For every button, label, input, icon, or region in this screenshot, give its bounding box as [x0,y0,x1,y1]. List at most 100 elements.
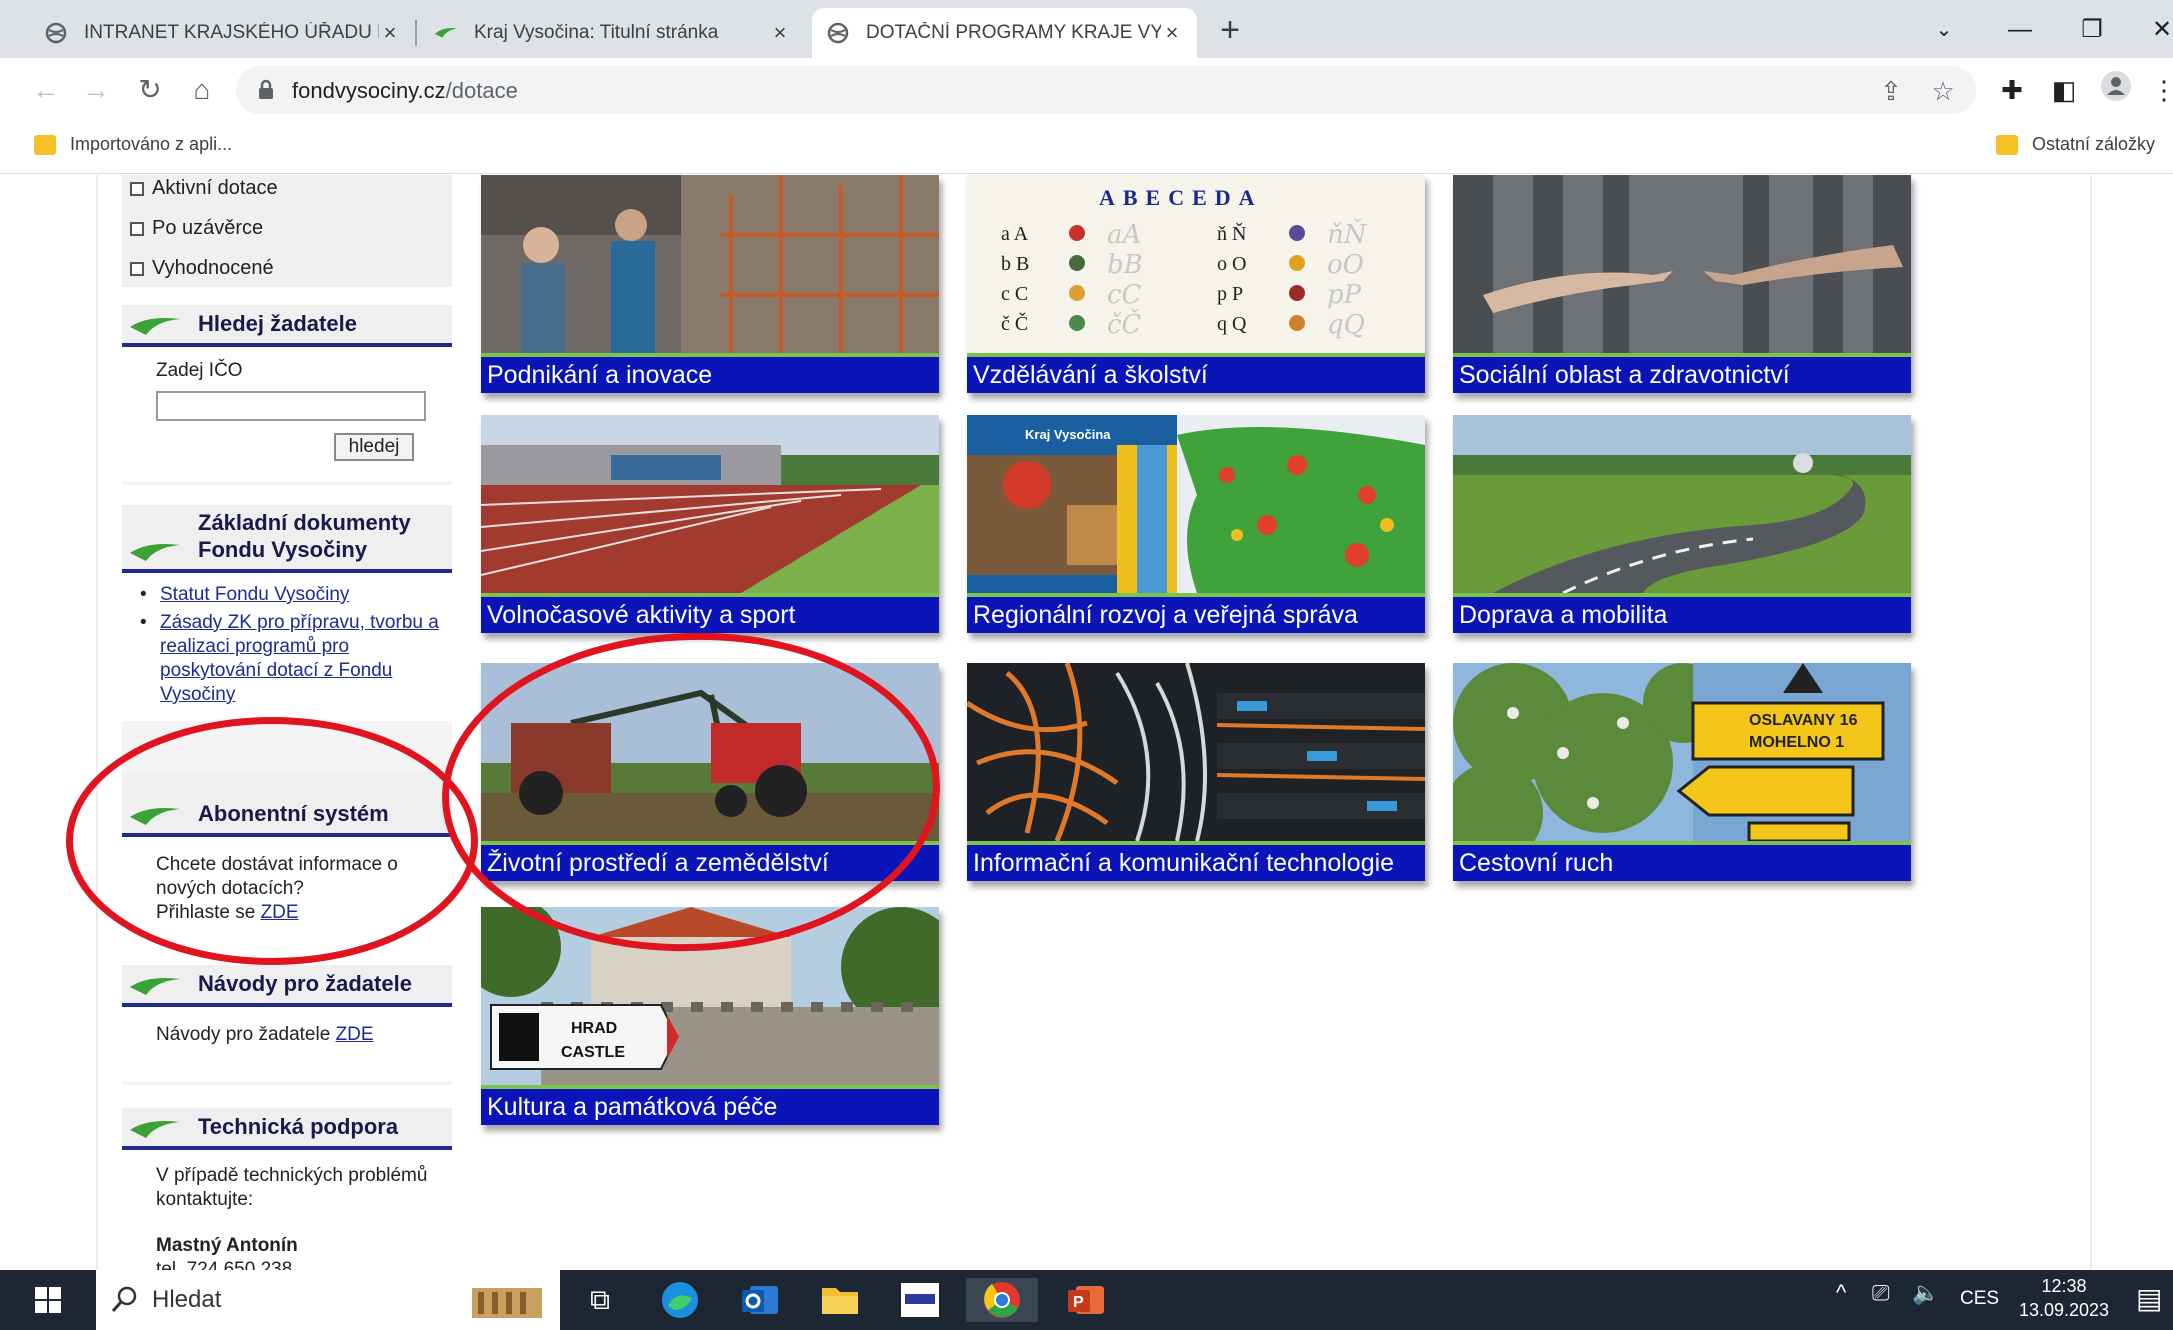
tile-ict[interactable]: Informační a komunikační technologie [967,663,1425,881]
taskbar-search[interactable]: Hledat [96,1270,560,1330]
folder-icon [34,134,56,155]
support-contact-phone: tel. 724 650 238 [156,1259,293,1270]
share-icon[interactable]: ⇪ [1876,76,1906,106]
tab-separator [415,20,417,46]
restore-icon[interactable]: ❐ [2072,10,2112,50]
tile-image [481,415,939,593]
address-bar[interactable]: fondvysociny.cz/dotace ⇪ ☆ [236,66,1976,114]
heading-text: Základní dokumenty Fondu Vysočiny [198,509,411,563]
bookmark-folder-imported[interactable]: Importováno z apli... [34,134,232,155]
checkbox[interactable] [130,221,144,236]
vysocina-swoosh-icon [434,21,458,45]
ginis-app-icon[interactable] [896,1278,944,1322]
guides-heading: Návody pro žadatele [122,965,452,1007]
tab-search-chevron-icon[interactable]: ⌄ [1924,10,1964,50]
clock-date: 13.09.2023 [2018,1300,2110,1320]
new-tab-button[interactable]: + [1210,10,1250,50]
checkbox[interactable] [130,181,144,196]
tile-image: OSLAVANY 16 MOHELNO 1 [1453,663,1911,841]
checkbox[interactable] [130,261,144,276]
browser-menu-icon[interactable]: ⋮ [2144,70,2173,110]
search-button[interactable]: hledej [334,433,414,461]
reload-icon[interactable]: ↻ [130,70,170,110]
bookmark-folder-other[interactable]: Ostatní záložky [1996,134,2155,155]
home-icon[interactable]: ⌂ [182,70,222,110]
filter-active[interactable]: Aktivní dotace [130,177,278,200]
doc-link-principles[interactable]: Zásady ZK pro přípravu, tvorbu a realiza… [160,612,439,705]
guides-link[interactable]: ZDE [336,1024,374,1045]
svg-text:cC: cC [1107,280,1142,310]
close-window-icon[interactable]: ✕ [2142,10,2173,50]
start-windows-icon[interactable] [24,1278,72,1322]
heading-text: Technická podpora [198,1114,399,1139]
powerpoint-icon[interactable]: P [1062,1278,1110,1322]
tab-dotacni-programy[interactable]: DOTAČNÍ PROGRAMY KRAJE VYS × [812,8,1197,58]
tile-social-health[interactable]: Sociální oblast a zdravotnictví [1453,175,1911,393]
filter-closed[interactable]: Po uzávěrce [130,217,263,240]
tile-transport-mobility[interactable]: Doprava a mobilita [1453,415,1911,633]
url-text: fondvysociny.cz/dotace [292,78,518,104]
side-panel-icon[interactable]: ◧ [2044,70,2084,110]
ico-input[interactable] [156,391,426,421]
tile-tourism[interactable]: OSLAVANY 16 MOHELNO 1 Cestovní ruch [1453,663,1911,881]
guides-text: Návody pro žadatele [156,1024,331,1045]
tab-title: DOTAČNÍ PROGRAMY KRAJE VYS [866,22,1161,43]
tile-label: Kultura a památková péče [487,1093,778,1121]
forward-icon[interactable]: → [76,70,116,110]
minimize-icon[interactable]: — [2000,10,2040,50]
support-body: V případě technických problémů kontaktuj… [122,1150,452,1270]
tile-bar: Regionální rozvoj a veřejná správa [967,593,1425,633]
close-tab-icon[interactable]: × [379,20,401,46]
svg-text:b B: b B [1001,253,1029,275]
vysocina-swoosh-icon [130,978,180,995]
edge-browser-icon[interactable] [656,1278,704,1322]
clock[interactable]: 12:38 13.09.2023 [2016,1274,2112,1322]
tile-image [1453,175,1911,353]
vysocina-swoosh-icon [130,544,180,561]
tile-education[interactable]: ABECEDA a A b B c C č Č ň Ň o O p P q Q aA bB cC… [967,175,1425,393]
tab-intranet[interactable]: INTRANET KRAJSKÉHO ÚŘADU K × [30,8,415,58]
bookmark-label: Importováno z apli... [70,134,233,154]
guides-body: Návody pro žadatele ZDE [122,1007,452,1081]
tab-strip: INTRANET KRAJSKÉHO ÚŘADU K × Kraj Vysoči… [0,0,2173,58]
outlook-icon[interactable] [736,1278,784,1322]
support-heading: Technická podpora [122,1108,452,1150]
tile-label: Regionální rozvoj a veřejná správa [973,601,1358,629]
list-item: Statut Fondu Vysočiny [140,583,442,607]
support-box: Technická podpora V případě technických … [122,1108,452,1270]
support-text: V případě technických problémů kontaktuj… [156,1165,428,1210]
svg-text:ňŇ: ňŇ [1327,218,1368,250]
profile-avatar-icon[interactable] [2096,70,2136,110]
doc-link-statute[interactable]: Statut Fondu Vysočiny [160,584,349,605]
tile-business-innovation[interactable]: Podnikání a inovace [481,175,939,393]
language-indicator[interactable]: CES [1960,1288,1999,1310]
volume-icon[interactable]: 🔈 [1912,1280,1939,1306]
svg-text:qQ: qQ [1327,310,1365,340]
bookmarks-bar: Importováno z apli... Ostatní záložky [0,122,2173,174]
tray-overflow-chevron-icon[interactable]: ^ [1836,1280,1846,1306]
bookmark-star-icon[interactable]: ☆ [1928,76,1958,106]
tile-bar: Sociální oblast a zdravotnictví [1453,353,1911,393]
file-explorer-icon[interactable] [816,1278,864,1322]
close-tab-icon[interactable]: × [1161,20,1183,46]
documents-heading: Základní dokumenty Fondu Vysočiny [122,505,452,573]
network-icon[interactable]: ⎚ [1872,1280,1890,1306]
tile-leisure-sport[interactable]: Volnočasové aktivity a sport [481,415,939,633]
tile-image [481,175,939,353]
task-view-icon[interactable]: ⧉ [578,1278,622,1322]
tile-image: Kraj Vysočina [967,415,1425,593]
tile-bar: Vzdělávání a školství [967,353,1425,393]
tile-regional-development[interactable]: Kraj Vysočina Regionální rozvoj a veřejn… [967,415,1425,633]
tile-label: Informační a komunikační technologie [973,849,1395,877]
notifications-icon[interactable]: ▤ [2136,1282,2162,1315]
extensions-puzzle-icon[interactable]: ✚ [1992,70,2032,110]
filter-evaluated[interactable]: Vyhodnocené [130,257,274,280]
globe-icon [826,21,850,45]
search-icon [111,1286,137,1312]
svg-text:bB: bB [1107,250,1143,280]
chrome-browser-icon[interactable] [966,1278,1038,1322]
tab-kraj-vysocina[interactable]: Kraj Vysočina: Titulní stránka × [420,8,805,58]
back-icon[interactable]: ← [26,70,66,110]
close-tab-icon[interactable]: × [769,20,791,46]
svg-text:aA: aA [1107,220,1141,250]
